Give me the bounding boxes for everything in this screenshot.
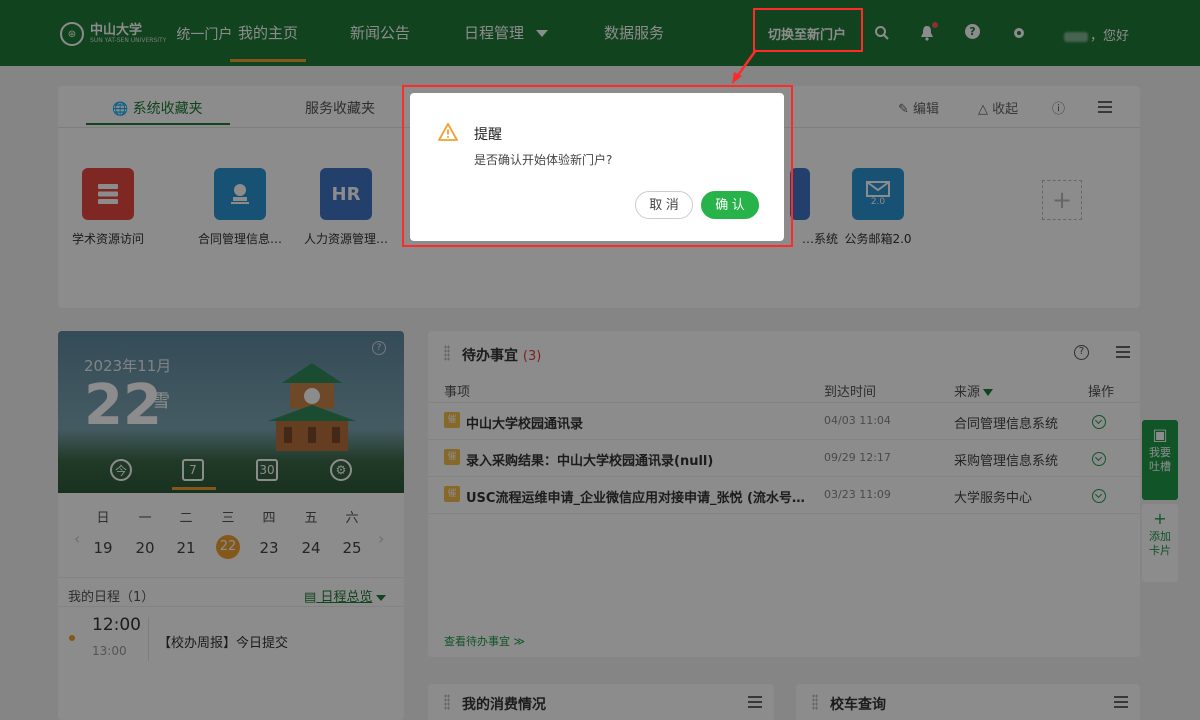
annotation-arrow [732,49,758,84]
dialog-message: 是否确认开始体验新门户? [474,153,613,167]
confirm-button[interactable]: 确 认 [701,191,759,219]
dialog-title: 提醒 [474,127,502,143]
confirm-dialog: 提醒 是否确认开始体验新门户? 取 消 确 认 [410,93,784,241]
warning-icon [438,123,458,141]
highlight-box-switch [753,8,863,52]
cancel-button[interactable]: 取 消 [635,191,693,219]
